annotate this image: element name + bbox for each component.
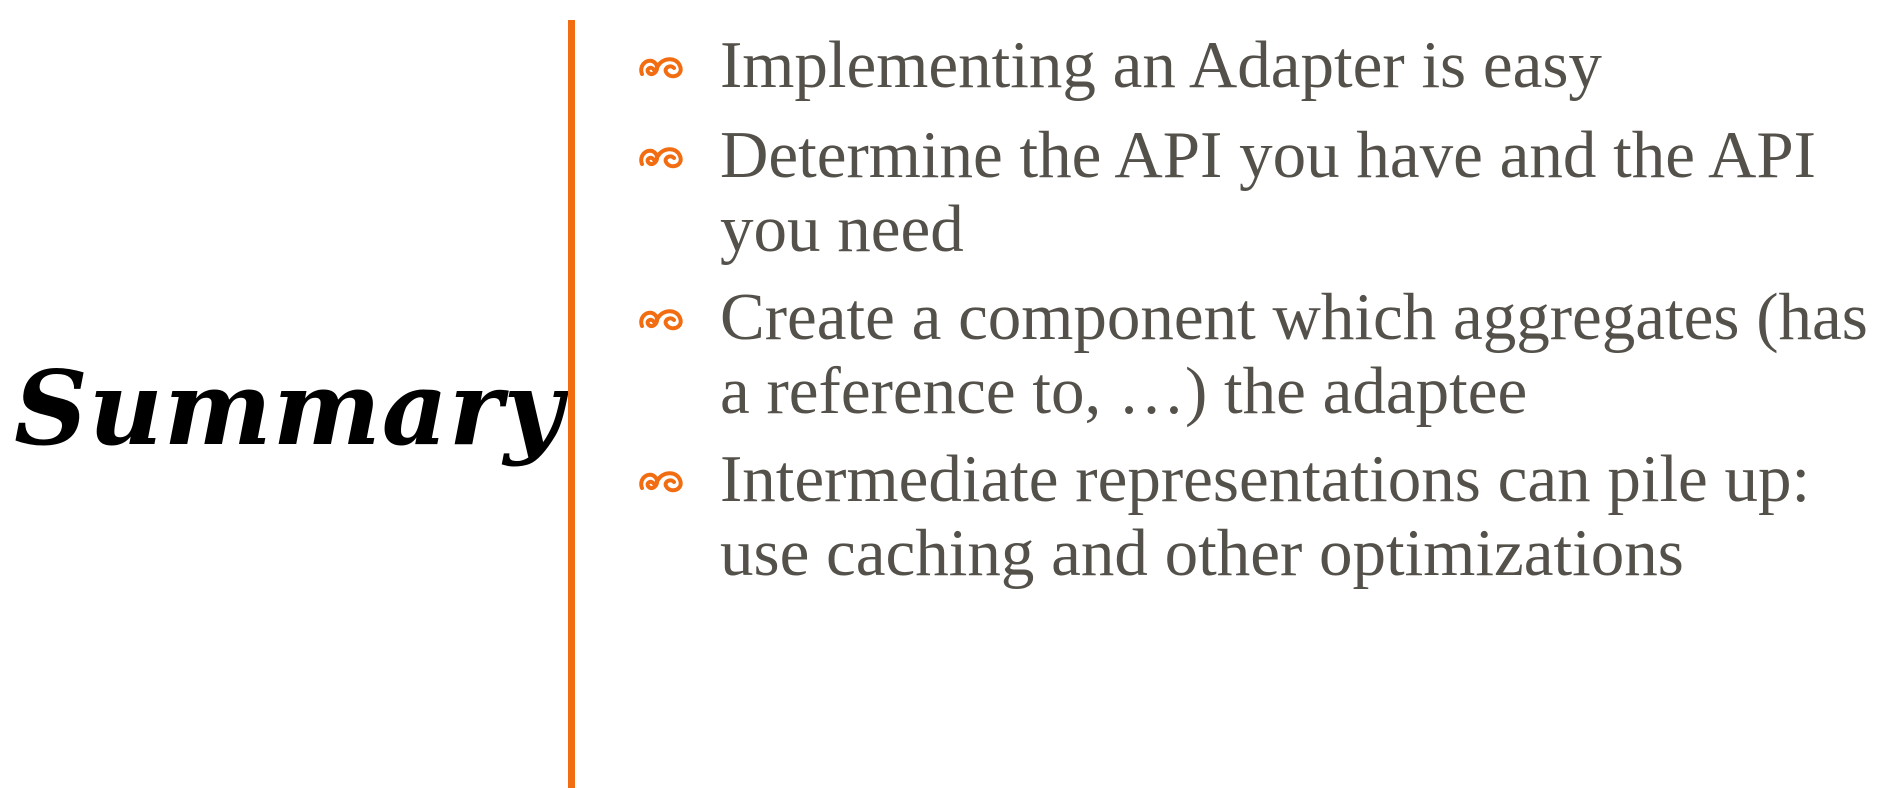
- slide-title: Summary: [14, 349, 564, 469]
- fleuron-icon: [636, 118, 720, 194]
- bullet-list: Implementing an Adapter is easy Determin…: [636, 28, 1876, 604]
- vertical-divider: [568, 20, 575, 788]
- bullet-text: Create a component which aggregates (has…: [720, 280, 1868, 428]
- title-area: Summary: [0, 0, 563, 788]
- fleuron-icon: [636, 280, 720, 356]
- slide: Summary Implementing an Adapter is easy …: [0, 0, 1887, 788]
- bullet-item: Intermediate representations can pile up…: [636, 442, 1876, 590]
- bullet-text: Intermediate representations can pile up…: [720, 442, 1811, 590]
- bullet-item: Implementing an Adapter is easy: [636, 28, 1876, 104]
- bullet-text: Implementing an Adapter is easy: [720, 28, 1602, 102]
- bullet-item: Create a component which aggregates (has…: [636, 280, 1876, 428]
- bullet-item: Determine the API you have and the API y…: [636, 118, 1876, 266]
- bullet-text: Determine the API you have and the API y…: [720, 118, 1816, 266]
- fleuron-icon: [636, 442, 720, 518]
- fleuron-icon: [636, 28, 720, 104]
